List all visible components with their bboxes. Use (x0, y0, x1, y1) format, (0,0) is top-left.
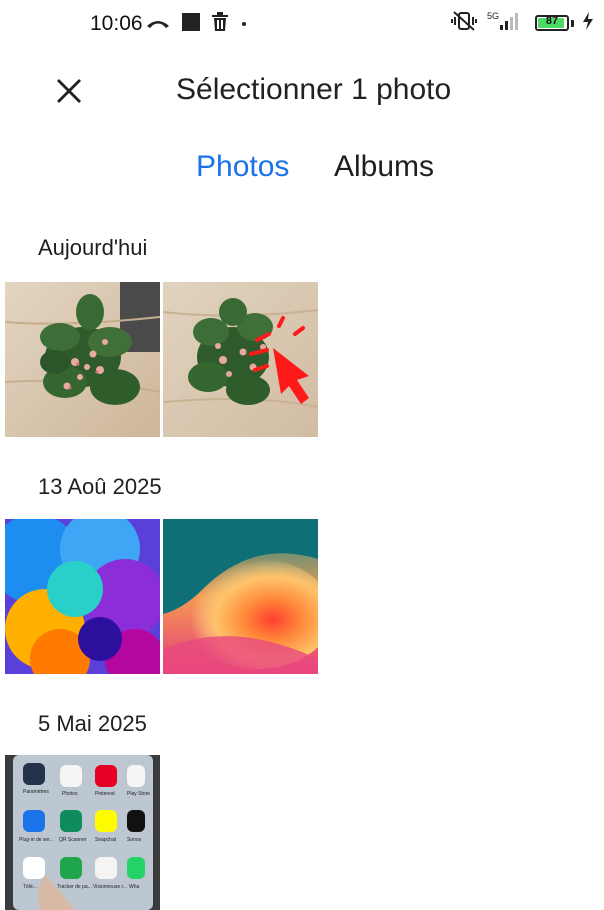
status-right-icons: 5G 87 (449, 10, 594, 36)
missed-call-icon (145, 14, 171, 35)
stop-square-icon (181, 12, 201, 37)
dot-icon (239, 12, 249, 37)
photo-thumbnail[interactable] (163, 519, 318, 674)
app-label: Visionneuse r... (93, 884, 127, 890)
app-label: Wha (129, 884, 140, 890)
battery-icon: 87 (535, 15, 569, 31)
section-title-may: 5 Mai 2025 (38, 711, 147, 736)
network-label: 5G (487, 11, 499, 21)
photo-thumbnail-selected-target[interactable] (163, 282, 318, 437)
app-label: Sonos (127, 837, 142, 843)
tab-bar: Photos Albums (0, 146, 604, 196)
trash-icon (211, 11, 229, 37)
charging-icon (582, 11, 594, 35)
vibrate-off-icon (449, 10, 479, 37)
photo-thumbnail[interactable] (5, 282, 160, 437)
section-title-aug: 13 Aoû 2025 (38, 474, 162, 499)
app-label: Photos (62, 791, 78, 797)
status-bar: 10:06 5G 87 (0, 0, 604, 48)
close-icon (57, 79, 81, 103)
app-label: Play Store (127, 791, 150, 797)
app-label: Pinterest (95, 791, 115, 797)
photo-thumbnail[interactable] (5, 519, 160, 674)
app-label: Tracker de pa... (57, 884, 92, 890)
photo-thumbnail[interactable]: Paramètres Photos Pinterest Play Store P… (5, 755, 160, 910)
tab-photos[interactable]: Photos (196, 150, 289, 184)
battery-level: 87 (545, 15, 559, 27)
app-label: Paramètres (23, 789, 49, 795)
app-label: QR Scanner (59, 837, 87, 843)
app-label: Plug-in de ser... (19, 837, 54, 843)
battery-tip (571, 19, 574, 27)
app-label: Télé... (23, 884, 37, 890)
signal-icon: 5G (487, 10, 527, 37)
app-label: Snapchat (95, 837, 117, 843)
close-button[interactable] (48, 70, 90, 112)
status-left-icons (145, 11, 249, 37)
tab-albums[interactable]: Albums (334, 150, 434, 184)
section-title-today: Aujourd'hui (38, 235, 148, 260)
top-bar: Sélectionner 1 photo (0, 56, 604, 126)
status-time: 10:06 (90, 12, 143, 35)
page-title: Sélectionner 1 photo (176, 73, 452, 106)
